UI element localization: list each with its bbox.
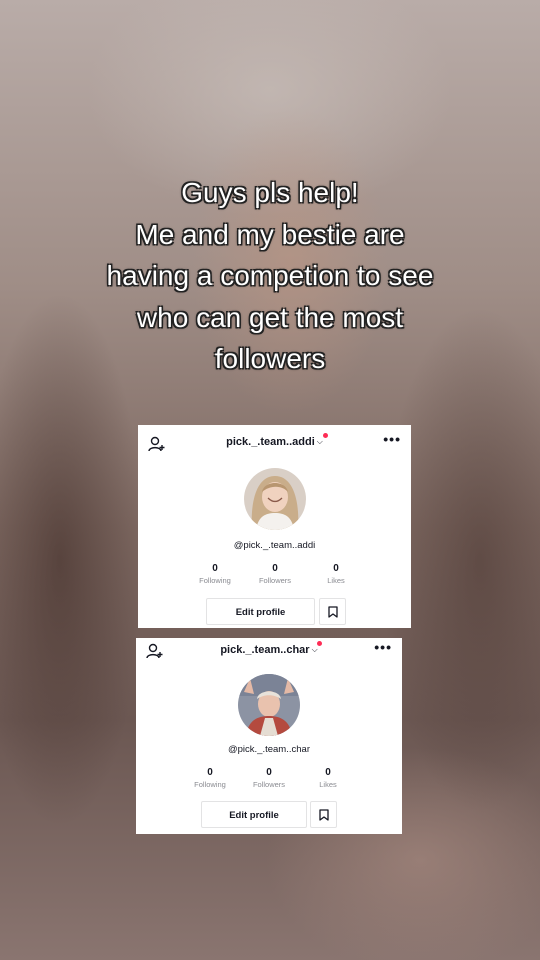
profile-handle: @pick._.team..char (228, 744, 310, 755)
profile-topbar: pick._.team..char ⌵ ••• (136, 638, 402, 674)
profile-topbar: pick._.team..addi ⌵ ••• (138, 425, 411, 461)
followers-label: Followers (252, 780, 286, 789)
bookmark-button[interactable] (310, 801, 337, 828)
notification-dot (317, 641, 322, 646)
likes-stat[interactable]: 0 Likes (306, 563, 366, 585)
likes-count: 0 (333, 563, 339, 574)
profile-card-char: pick._.team..char ⌵ ••• @pick._.team..cha… (136, 638, 402, 834)
caption-line: Guys pls help! (181, 177, 359, 208)
notification-dot (323, 433, 328, 438)
username-label: pick._.team..char (220, 644, 310, 656)
avatar[interactable] (238, 674, 300, 736)
caption-line: followers (214, 343, 326, 374)
edit-profile-button[interactable]: Edit profile (201, 801, 307, 828)
avatar[interactable] (244, 468, 306, 530)
username-switcher[interactable]: pick._.team..char ⌵ (136, 644, 402, 656)
caption-line: Me and my bestie are (135, 218, 405, 250)
profile-stats: 0 Following 0 Followers 0 Likes (136, 767, 402, 797)
likes-stat[interactable]: 0 Likes (298, 767, 358, 789)
profile-card-addi: pick._.team..addi ⌵ ••• @pick._.team..add… (138, 425, 411, 628)
bookmark-icon (319, 809, 329, 821)
following-label: Following (199, 576, 231, 585)
caption-overlay: Guys pls help! Me and my bestie are havi… (30, 172, 510, 380)
profile-handle: @pick._.team..addi (233, 540, 316, 551)
following-stat[interactable]: 0 Following (180, 767, 240, 789)
likes-label: Likes (319, 780, 337, 789)
caption-line: having a competion to see (106, 260, 434, 291)
caption-line: who can get the most (136, 301, 404, 333)
likes-count: 0 (325, 767, 331, 778)
chevron-down-icon: ⌵ (311, 645, 318, 654)
chevron-down-icon: ⌵ (316, 437, 323, 446)
following-count: 0 (212, 563, 218, 574)
followers-count: 0 (266, 767, 272, 778)
likes-label: Likes (327, 576, 345, 585)
followers-count: 0 (272, 563, 278, 574)
bookmark-icon (328, 606, 338, 618)
more-icon[interactable]: ••• (383, 431, 401, 447)
following-stat[interactable]: 0 Following (185, 563, 245, 585)
profile-stats: 0 Following 0 Followers 0 Likes (138, 563, 411, 593)
followers-label: Followers (258, 576, 292, 585)
following-count: 0 (207, 767, 213, 778)
username-label: pick._.team..addi (226, 436, 315, 448)
username-switcher[interactable]: pick._.team..addi ⌵ (138, 436, 411, 448)
edit-profile-button[interactable]: Edit profile (206, 598, 315, 625)
followers-stat[interactable]: 0 Followers (239, 767, 299, 789)
followers-stat[interactable]: 0 Followers (245, 563, 305, 585)
bookmark-button[interactable] (319, 598, 346, 625)
following-label: Following (194, 780, 226, 789)
more-icon[interactable]: ••• (374, 639, 392, 655)
